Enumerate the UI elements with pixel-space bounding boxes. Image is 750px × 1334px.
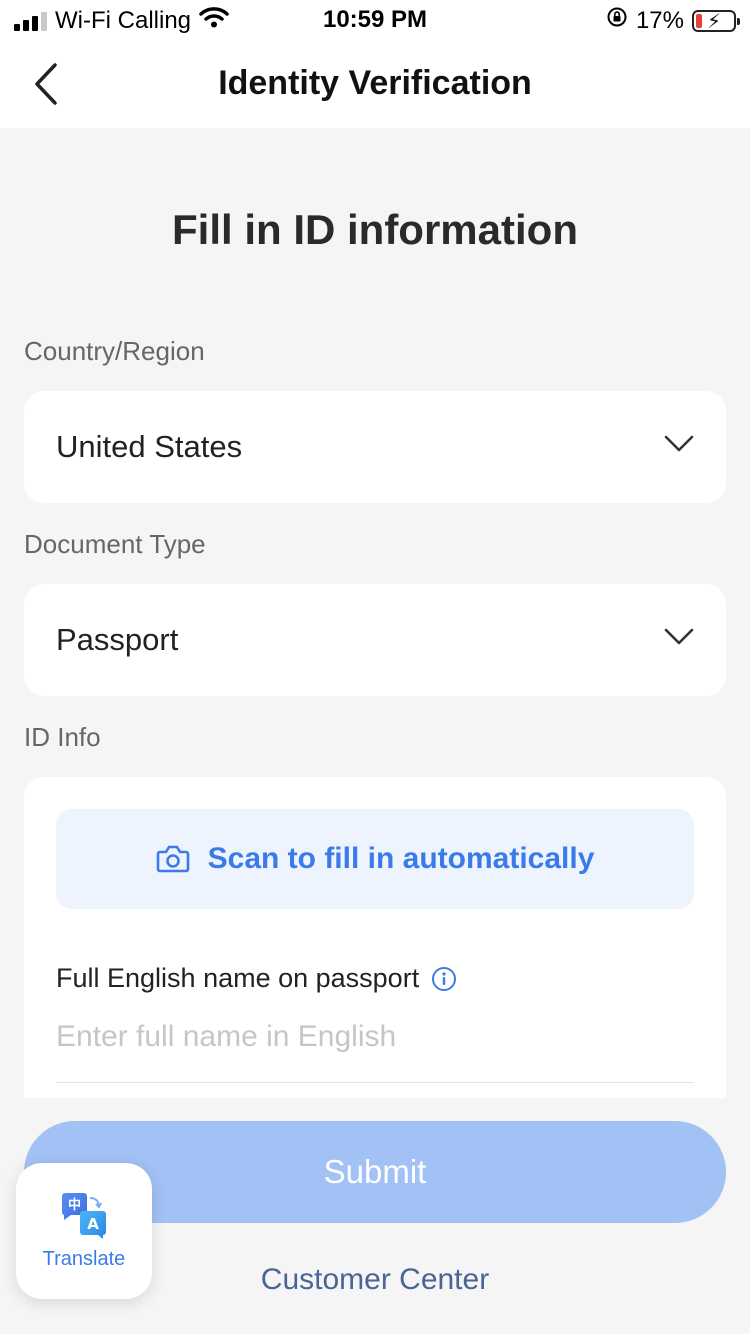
scan-button[interactable]: Scan to fill in automatically <box>56 809 694 909</box>
bolt-icon: ⚡ <box>706 10 722 33</box>
id-info-label: ID Info <box>24 722 101 752</box>
full-name-label: Full English name on passport <box>56 963 420 993</box>
chevron-down-icon <box>664 628 694 645</box>
page-title: Identity Verification <box>218 64 532 102</box>
id-info-card: Scan to fill in automatically Full Engli… <box>24 777 726 1107</box>
translate-glyph-zh: 中 <box>68 1197 81 1213</box>
name-label-row: Full English name on passport <box>56 963 457 994</box>
camera-icon <box>156 845 189 873</box>
country-select[interactable]: United States <box>24 391 726 503</box>
country-value: United States <box>56 429 243 464</box>
translate-icon: 中 A <box>61 1192 106 1239</box>
country-label: Country/Region <box>24 336 205 366</box>
document-type-label: Document Type <box>24 529 206 559</box>
scan-label: Scan to fill in automatically <box>207 842 595 875</box>
section-headline: Fill in ID information <box>172 206 578 253</box>
info-icon[interactable] <box>431 966 457 992</box>
document-type-value: Passport <box>56 622 179 657</box>
translate-button[interactable]: 中 A Translate <box>16 1163 152 1299</box>
battery-percent: 17% <box>635 6 684 34</box>
full-name-input[interactable] <box>56 1013 694 1083</box>
translate-label: Translate <box>42 1247 126 1270</box>
status-bar: Wi-Fi Calling 10:59 PM 17% ⚡ <box>0 0 750 40</box>
nav-bar: Identity Verification <box>0 40 750 128</box>
translate-glyph-a: A <box>87 1215 99 1233</box>
battery-charging-icon: ⚡ <box>692 9 740 33</box>
rotation-lock-icon <box>606 6 628 35</box>
status-right: 17% ⚡ <box>606 6 740 35</box>
chevron-down-icon <box>664 435 694 452</box>
document-type-select[interactable]: Passport <box>24 584 726 696</box>
